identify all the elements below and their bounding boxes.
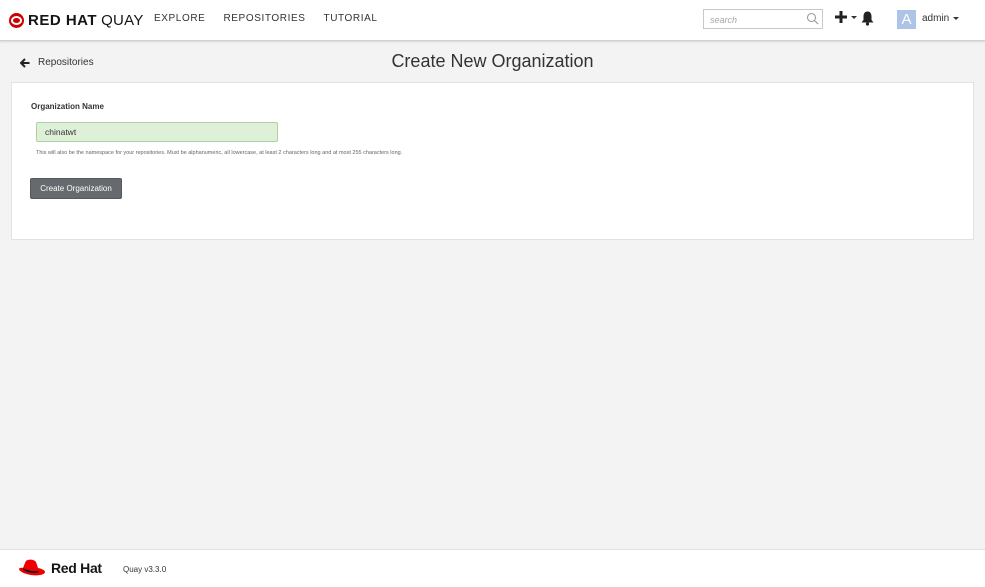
chevron-down-icon [953, 17, 960, 20]
red-hat-fedora-icon [19, 559, 45, 576]
username-label: admin [922, 13, 950, 24]
page-title: Create New Organization [391, 51, 594, 71]
footer-brand: Red Hat [51, 560, 102, 576]
chevron-down-icon [851, 15, 857, 19]
create-organization-form: Organization Name This will also be the … [11, 82, 974, 240]
top-navbar: RED HAT QUAY EXPLORE REPOSITORIES TUTORI… [0, 0, 985, 41]
plus-icon [835, 11, 847, 23]
brand-link[interactable]: RED HAT QUAY [9, 10, 144, 30]
help-text: This will also be the namespace for your… [36, 150, 403, 156]
user-menu[interactable]: admin [922, 13, 960, 24]
nav-explore[interactable]: EXPLORE [154, 13, 205, 24]
organization-name-input[interactable] [36, 122, 278, 142]
red-hat-logo-icon [9, 12, 24, 28]
footer-logo[interactable]: Red Hat [18, 559, 102, 577]
search-input[interactable] [704, 11, 806, 29]
create-new-button[interactable] [835, 11, 857, 23]
brand-product: QUAY [101, 11, 144, 29]
version-label: Quay v3.3.0 [123, 565, 167, 574]
organization-name-label: Organization Name [31, 102, 104, 111]
nav-repositories[interactable]: REPOSITORIES [223, 13, 305, 24]
brand-name: RED HAT [28, 11, 98, 29]
main-nav: EXPLORE REPOSITORIES TUTORIAL [154, 13, 396, 24]
create-organization-button[interactable]: Create Organization [30, 178, 122, 199]
avatar[interactable]: A [897, 10, 916, 29]
footer: Red Hat Quay v3.3.0 [0, 549, 985, 587]
notifications-bell-icon[interactable] [861, 11, 874, 31]
search-box [703, 9, 823, 29]
search-icon[interactable] [806, 12, 819, 30]
nav-tutorial[interactable]: TUTORIAL [324, 13, 378, 24]
